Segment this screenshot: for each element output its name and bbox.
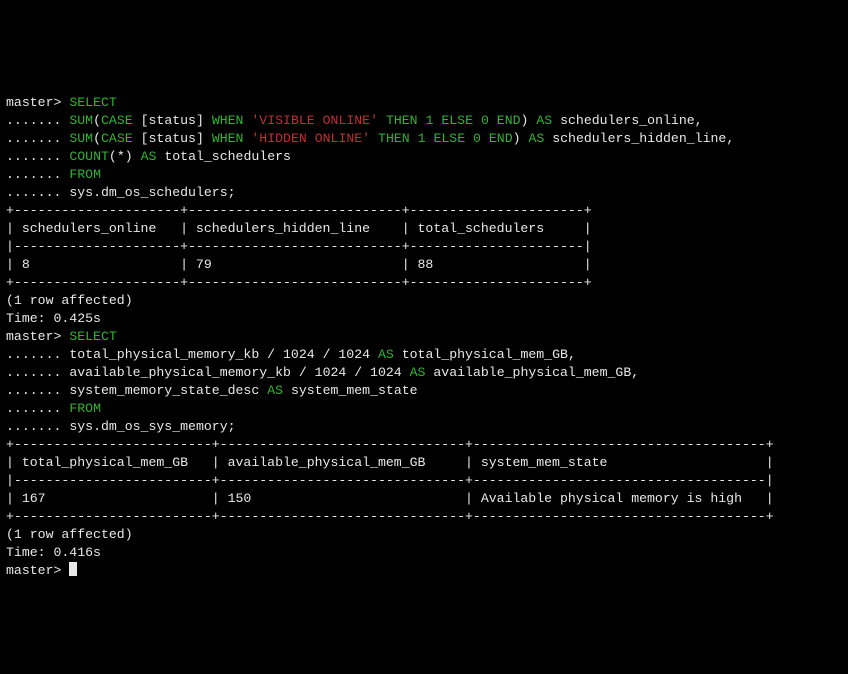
continuation-line: ....... FROM [6, 167, 101, 182]
rows-affected: (1 row affected) [6, 293, 133, 308]
query-time: Time: 0.425s [6, 311, 101, 326]
continuation-line: ....... SUM(CASE [status] WHEN 'VISIBLE … [6, 113, 703, 128]
rows-affected: (1 row affected) [6, 527, 133, 542]
table-sep: |---------------------+-----------------… [6, 239, 592, 254]
table-row: | 8 | 79 | 88 | [6, 257, 592, 272]
table-border: +---------------------+-----------------… [6, 203, 592, 218]
continuation-line: ....... system_memory_state_desc AS syst… [6, 383, 418, 398]
prompt-db: master [6, 95, 53, 110]
kw-select: SELECT [69, 329, 116, 344]
table-row: | 167 | 150 | Available physical memory … [6, 491, 774, 506]
continuation-line: ....... sys.dm_os_schedulers; [6, 185, 236, 200]
table-border: +-------------------------+-------------… [6, 437, 774, 452]
table-sep: |-------------------------+-------------… [6, 473, 774, 488]
table-border: +---------------------+-----------------… [6, 275, 592, 290]
continuation-line: ....... total_physical_memory_kb / 1024 … [6, 347, 576, 362]
continuation-line: ....... COUNT(*) AS total_schedulers [6, 149, 291, 164]
continuation-line: ....... SUM(CASE [status] WHEN 'HIDDEN O… [6, 131, 734, 146]
table-header: | schedulers_online | schedulers_hidden_… [6, 221, 592, 236]
terminal-output: master> SELECT ....... SUM(CASE [status]… [6, 76, 842, 580]
prompt-line[interactable]: master> SELECT [6, 329, 117, 344]
continuation-line: ....... FROM [6, 401, 101, 416]
prompt-line[interactable]: master> SELECT [6, 95, 117, 110]
continuation-line: ....... sys.dm_os_sys_memory; [6, 419, 236, 434]
continuation-line: ....... available_physical_memory_kb / 1… [6, 365, 639, 380]
query-time: Time: 0.416s [6, 545, 101, 560]
table-header: | total_physical_mem_GB | available_phys… [6, 455, 774, 470]
prompt-line[interactable]: master> [6, 563, 77, 578]
cursor-icon [69, 562, 77, 576]
table-border: +-------------------------+-------------… [6, 509, 774, 524]
kw-select: SELECT [69, 95, 116, 110]
